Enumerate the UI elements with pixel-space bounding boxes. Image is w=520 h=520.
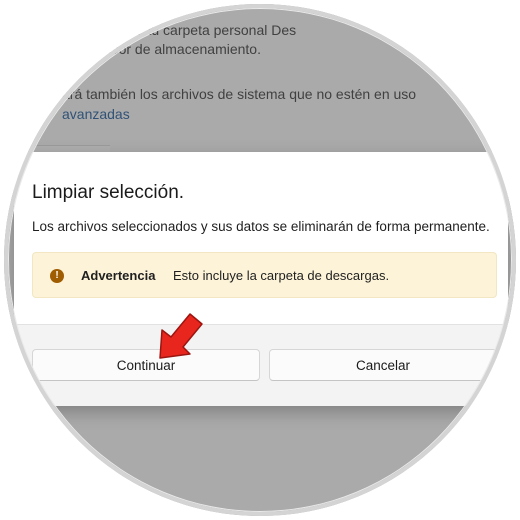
dialog-title: Limpiar selección. [32, 182, 185, 203]
warning-title: Advertencia [81, 268, 156, 283]
dialog-message: Los archivos seleccionados y sus datos s… [32, 219, 490, 234]
warning-infobar: ! Advertencia Esto incluye la carpeta de… [32, 252, 497, 298]
dialog-content: Limpiar selección. Los archivos seleccio… [14, 152, 508, 325]
warning-icon: ! [50, 269, 64, 283]
continue-button[interactable]: Continuar [32, 349, 260, 381]
clean-selection-dialog: Limpiar selección. Los archivos seleccio… [14, 152, 508, 406]
warning-text: Esto incluye la carpeta de descargas. [173, 268, 390, 283]
cancel-button[interactable]: Cancelar [269, 349, 497, 381]
circular-crop: archivos de tu carpeta personal Des enso… [4, 4, 516, 516]
